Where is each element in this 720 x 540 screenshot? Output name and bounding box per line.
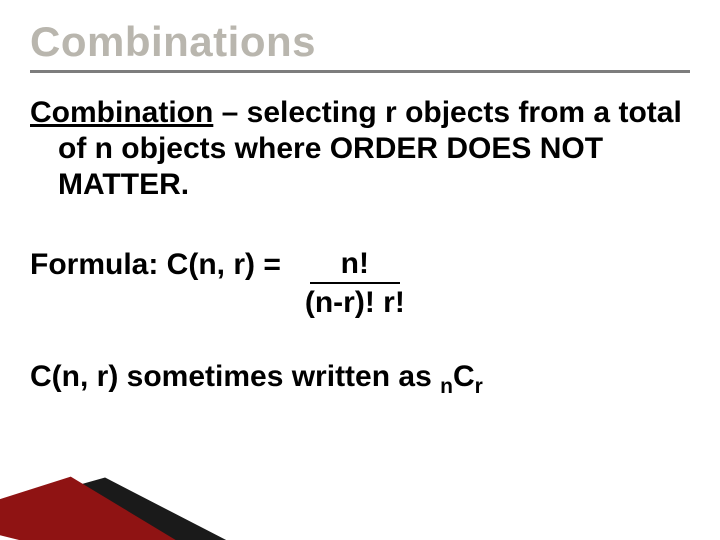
definition-paragraph: Combination – selecting r objects from a… bbox=[30, 95, 690, 203]
formula-row: Formula: C(n, r) = n! (n-r)! r! bbox=[30, 247, 690, 319]
slide: Combinations Combination – selecting r o… bbox=[0, 0, 720, 540]
formula-fraction: n! (n-r)! r! bbox=[305, 247, 405, 319]
formula-denominator: (n-r)! r! bbox=[305, 284, 405, 319]
notation-c: C bbox=[453, 360, 475, 393]
formula-numerator: n! bbox=[310, 247, 400, 284]
title-underline bbox=[30, 70, 690, 73]
definition-period: . bbox=[181, 168, 189, 201]
definition-sep: – bbox=[213, 96, 246, 129]
notation-paragraph: C(n, r) sometimes written as nCr bbox=[30, 359, 690, 395]
formula-label: Formula: C(n, r) = bbox=[30, 247, 281, 283]
notation-sub-n: n bbox=[440, 375, 453, 398]
slide-title: Combinations bbox=[30, 18, 690, 66]
slide-body: Combination – selecting r objects from a… bbox=[30, 95, 690, 395]
definition-term: Combination bbox=[30, 96, 213, 129]
notation-sub-r: r bbox=[475, 375, 483, 398]
notation-lead: C(n, r) sometimes written as bbox=[30, 360, 440, 393]
